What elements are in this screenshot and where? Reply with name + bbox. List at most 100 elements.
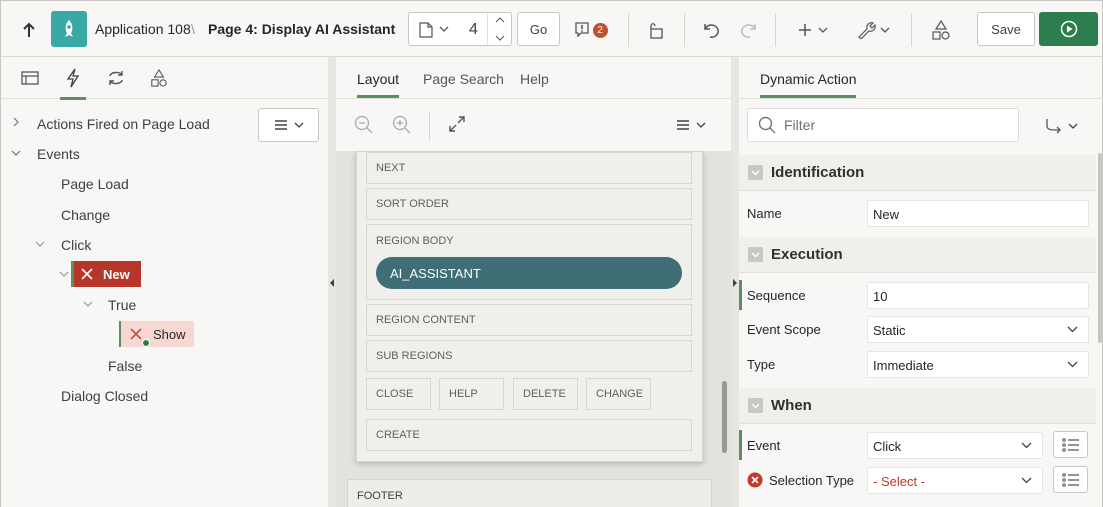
chevron-down-icon [696, 122, 706, 128]
create-menu-button[interactable] [796, 15, 832, 45]
lock-icon[interactable] [643, 15, 669, 45]
layout-canvas: NEXT SORT ORDER REGION BODY AI_ASSISTANT… [336, 151, 731, 507]
breadcrumb-app[interactable]: Application 108 [95, 21, 191, 37]
prop-row-selection-type: Selection Type - Select - [739, 463, 1096, 497]
slot-delete[interactable]: DELETE [513, 378, 578, 410]
tree-menu-button[interactable] [258, 108, 319, 142]
prop-type-select[interactable]: Immediate [867, 351, 1089, 378]
up-arrow-icon[interactable] [17, 15, 41, 45]
app-rocket-icon[interactable] [51, 11, 87, 47]
run-page-button[interactable] [1039, 12, 1098, 46]
tab-processing[interactable] [95, 57, 137, 99]
go-button[interactable]: Go [517, 12, 560, 46]
go-to-group-button[interactable] [1045, 118, 1078, 134]
page-selector[interactable]: 4 [408, 12, 512, 46]
layout-pane-tabs: Layout Page Search Help [336, 57, 731, 99]
issues-count-badge: 2 [592, 22, 608, 38]
search-icon [758, 116, 776, 134]
event-list-button[interactable] [1053, 431, 1088, 458]
chevron-down-icon[interactable] [83, 299, 93, 309]
slot-create[interactable]: CREATE [366, 419, 692, 451]
tab-help[interactable]: Help [520, 71, 549, 87]
undo-icon[interactable] [698, 15, 724, 45]
save-button[interactable]: Save [977, 12, 1035, 46]
tree-node-true[interactable]: True [108, 297, 136, 313]
chevron-down-icon[interactable] [11, 148, 21, 158]
tree-node-page-load[interactable]: Page Load [61, 176, 129, 192]
tab-dynamic-action[interactable]: Dynamic Action [760, 71, 857, 98]
tree-node-change[interactable]: Change [61, 207, 110, 223]
shared-components-icon[interactable] [927, 15, 955, 45]
layout-menu-button[interactable] [676, 119, 706, 131]
play-icon [1060, 20, 1077, 38]
prop-row-event: Event Click [739, 428, 1096, 462]
list-icon [1061, 472, 1079, 487]
chevron-right-icon[interactable] [11, 117, 21, 127]
tree-node-false[interactable]: False [108, 358, 142, 374]
collapse-icon [748, 398, 763, 413]
rendering-icon [21, 71, 39, 85]
utilities-menu-button[interactable] [856, 15, 892, 45]
prop-type-label: Type [747, 357, 776, 372]
wrench-icon [858, 22, 890, 39]
section-execution[interactable]: Execution [739, 237, 1096, 273]
tree-node-dialog-closed[interactable]: Dialog Closed [61, 388, 148, 404]
tab-rendering[interactable] [9, 57, 51, 99]
collapse-right-icon [733, 279, 737, 287]
required-marker [739, 430, 742, 460]
tab-shared-components[interactable] [138, 57, 180, 99]
section-when[interactable]: When [739, 388, 1096, 424]
section-identification-title: Identification [771, 164, 865, 181]
property-editor-tabs: Dynamic Action [739, 57, 1103, 99]
tab-layout[interactable]: Layout [357, 71, 400, 98]
prop-row-event-scope: Event Scope Static [739, 312, 1096, 346]
tree-node-new-selected[interactable]: New [71, 261, 141, 287]
redo-icon[interactable] [736, 15, 762, 45]
go-to-group-icon [1046, 119, 1061, 134]
tree-node-actions-fired[interactable]: Actions Fired on Page Load [37, 116, 210, 132]
zoom-in-icon[interactable] [392, 115, 412, 135]
section-execution-title: Execution [771, 246, 843, 263]
chevron-down-icon[interactable] [35, 239, 45, 249]
tree-node-events[interactable]: Events [37, 146, 80, 162]
slot-sort-order[interactable]: SORT ORDER [366, 188, 692, 220]
filter-input[interactable]: Filter [747, 108, 1019, 142]
slot-change[interactable]: CHANGE [586, 378, 651, 410]
zoom-out-icon[interactable] [354, 115, 374, 135]
prop-event-select[interactable]: Click [867, 432, 1043, 459]
collapse-icon [748, 165, 763, 180]
selection-type-list-button[interactable] [1053, 466, 1088, 493]
dialog-region[interactable]: NEXT SORT ORDER REGION BODY AI_ASSISTANT… [356, 151, 703, 462]
canvas-scrollbar[interactable] [722, 381, 727, 453]
prop-event-scope-select[interactable]: Static [867, 316, 1089, 343]
tree-node-show[interactable]: Show [119, 321, 194, 347]
prop-sequence-input[interactable]: 10 [867, 282, 1089, 309]
prop-name-input[interactable]: New [867, 200, 1089, 227]
slot-footer[interactable]: FOOTER [347, 479, 712, 507]
processing-icon [109, 71, 123, 85]
page-number-input[interactable]: 4 [469, 21, 478, 39]
chevron-down-icon[interactable] [59, 269, 69, 279]
property-editor-scrollbar[interactable] [1098, 153, 1102, 343]
left-splitter[interactable] [328, 57, 336, 507]
chevron-down-icon [1067, 361, 1078, 368]
page-stepper[interactable] [487, 13, 511, 45]
slot-region-content[interactable]: REGION CONTENT [366, 304, 692, 336]
prop-name-label: Name [747, 206, 782, 221]
slot-close[interactable]: CLOSE [366, 378, 431, 410]
tab-page-search[interactable]: Page Search [423, 71, 504, 87]
page-issues-button[interactable]: 2 [571, 15, 611, 45]
right-splitter[interactable] [731, 57, 739, 507]
slot-next[interactable]: NEXT [366, 152, 692, 184]
tab-dynamic-actions[interactable] [52, 57, 94, 100]
region-pill-ai-assistant[interactable]: AI_ASSISTANT [376, 257, 682, 289]
section-identification[interactable]: Identification [739, 155, 1096, 191]
collapse-icon [748, 247, 763, 262]
slot-sub-regions[interactable]: SUB REGIONS [366, 340, 692, 372]
tree-node-click[interactable]: Click [61, 237, 91, 253]
prop-event-scope-label: Event Scope [747, 322, 821, 337]
expand-icon[interactable] [448, 115, 466, 133]
prop-selection-type-select[interactable]: - Select - [867, 467, 1043, 494]
plus-icon [799, 24, 828, 36]
slot-help[interactable]: HELP [439, 378, 504, 410]
